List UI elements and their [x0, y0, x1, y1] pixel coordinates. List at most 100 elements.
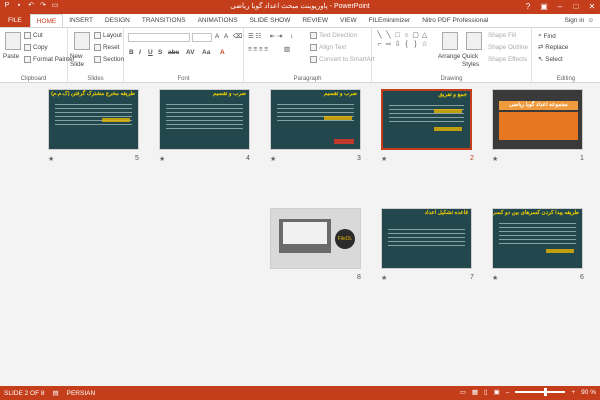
font-group: A A ⌫ B I U S abc AV Aa A Font: [124, 28, 244, 84]
tab-slide-show[interactable]: SLIDE SHOW: [244, 14, 297, 27]
language-indicator[interactable]: PERSIAN: [67, 390, 96, 397]
select-button[interactable]: ↖ Select: [538, 56, 563, 63]
copy-button[interactable]: Copy: [24, 44, 48, 51]
quick-styles-icon[interactable]: [466, 32, 482, 50]
shape-effects-button[interactable]: Shape Effects: [488, 56, 527, 63]
strikethrough-button[interactable]: abc: [168, 49, 179, 56]
replace-button[interactable]: ⇄ Replace: [538, 44, 568, 51]
shadow-button[interactable]: S: [158, 49, 162, 56]
font-name-field[interactable]: [128, 33, 190, 42]
transition-star-icon: ★: [270, 156, 277, 163]
section-button[interactable]: Section: [94, 56, 124, 63]
arrange-icon[interactable]: [442, 32, 458, 50]
normal-view-icon[interactable]: ▭: [460, 388, 466, 396]
slide-thumbnail-4[interactable]: ضرب و تقسیم: [159, 89, 250, 150]
arrow-down-shape-icon[interactable]: ⇩: [393, 40, 402, 49]
bullets-icon[interactable]: ☰ ☷: [248, 33, 261, 40]
tab-view[interactable]: VIEW: [334, 14, 363, 27]
zoom-slider[interactable]: [515, 388, 566, 396]
new-slide-icon[interactable]: [74, 32, 90, 50]
help-icon[interactable]: ?: [520, 0, 536, 14]
slide-thumbnail-7[interactable]: قاعده تشکیل اعداد: [381, 208, 472, 269]
rounded-rect-shape-icon[interactable]: ▢: [411, 31, 420, 40]
zoom-out-icon[interactable]: –: [506, 389, 510, 396]
tab-nitro-pdf[interactable]: Nitro PDF Professional: [416, 14, 494, 27]
slide-sorter-view-icon[interactable]: ▦: [472, 388, 478, 396]
brace-shape-icon[interactable]: {: [402, 40, 411, 49]
find-button[interactable]: ⌕ Find: [538, 32, 556, 40]
zoom-in-icon[interactable]: +: [571, 389, 575, 396]
triangle-shape-icon[interactable]: △: [420, 31, 429, 40]
shape-fill-button[interactable]: Shape Fill: [488, 32, 516, 39]
clear-formatting-icon[interactable]: ⌫: [233, 33, 242, 40]
columns-icon[interactable]: ▥: [284, 46, 290, 53]
paste-button[interactable]: Paste: [3, 53, 19, 60]
layout-button[interactable]: Layout: [94, 32, 122, 39]
brace-shape-icon-2[interactable]: }: [411, 40, 420, 49]
smartart-icon: [310, 56, 317, 63]
bold-button[interactable]: B: [129, 49, 134, 56]
text-direction-button[interactable]: Text Direction: [310, 32, 357, 39]
slide-thumbnail-8[interactable]: FileDL: [270, 208, 361, 269]
star-shape-icon[interactable]: ☆: [420, 40, 429, 49]
align-icons[interactable]: ≡ ≡ ≡ ≡: [248, 46, 268, 53]
character-spacing-icon[interactable]: AV: [186, 49, 195, 56]
paste-icon[interactable]: [5, 32, 21, 50]
line-spacing-icon[interactable]: ↕: [290, 33, 293, 40]
line-shape-icon-2[interactable]: ╲: [384, 31, 393, 40]
tab-fileminimizer[interactable]: FILEminimizer: [363, 14, 417, 27]
slide-number: 8: [357, 274, 361, 281]
font-color-icon[interactable]: A: [220, 49, 225, 56]
connector-shape-icon[interactable]: ⌐: [375, 40, 384, 49]
italic-button[interactable]: I: [139, 49, 141, 56]
tab-review[interactable]: REVIEW: [296, 14, 334, 27]
shapes-gallery[interactable]: ╲ ╲ □ ○ ▢ △ ⌐ ⇨ ⇩ { } ☆: [375, 31, 429, 63]
slide-thumbnail-3[interactable]: ضرب و تقسیم: [270, 89, 361, 150]
change-case-icon[interactable]: Aa: [202, 49, 210, 56]
slide-thumbnail-6[interactable]: طریقه پیدا کردن کسرهای بین دو کسر: [492, 208, 583, 269]
tab-insert[interactable]: INSERT: [63, 14, 99, 27]
copy-label: Copy: [33, 44, 48, 51]
ribbon-display-icon[interactable]: ▣: [536, 0, 552, 14]
tab-design[interactable]: DESIGN: [99, 14, 136, 27]
align-text-button[interactable]: Align Text: [310, 44, 346, 51]
slide-thumbnail-1[interactable]: مجموعه اعداد گویا ریاضی: [492, 89, 583, 150]
indent-icon[interactable]: ⇤ ⇥: [270, 33, 282, 40]
slide-text-lines: [55, 104, 132, 128]
grow-font-icon[interactable]: A: [215, 33, 219, 40]
underline-button[interactable]: U: [148, 49, 153, 56]
line-shape-icon[interactable]: ╲: [375, 31, 384, 40]
zoom-slider-thumb[interactable]: [543, 388, 547, 396]
rectangle-shape-icon[interactable]: □: [393, 31, 402, 40]
tab-transitions[interactable]: TRANSITIONS: [136, 14, 192, 27]
smiley-icon[interactable]: ☺: [587, 14, 594, 27]
tab-animations[interactable]: ANIMATIONS: [192, 14, 244, 27]
quick-styles-button[interactable]: Quick Styles: [462, 53, 484, 69]
transition-star-icon: ★: [48, 156, 55, 163]
spellcheck-icon[interactable]: ▤: [52, 389, 58, 397]
close-icon[interactable]: ✕: [584, 0, 600, 14]
arrow-right-shape-icon[interactable]: ⇨: [384, 40, 393, 49]
arrange-button[interactable]: Arrange: [438, 53, 460, 60]
reading-view-icon[interactable]: ▯: [484, 388, 488, 396]
font-size-field[interactable]: [192, 33, 212, 42]
slide-thumbnail-2[interactable]: جمع و تفریق: [381, 89, 472, 150]
sign-in[interactable]: Sign in ☺: [564, 14, 594, 27]
tab-file[interactable]: FILE: [0, 14, 30, 27]
maximize-icon[interactable]: □: [568, 0, 584, 14]
shrink-font-icon[interactable]: A: [224, 33, 228, 40]
new-slide-button[interactable]: New Slide: [70, 53, 94, 69]
slide-title: ضرب و تقسیم: [212, 91, 246, 97]
slide-thumbnail-5[interactable]: طریقه مخرج مشترک گرفتن (ک.م.م): [48, 89, 139, 150]
reset-button[interactable]: Reset: [94, 44, 119, 51]
sign-in-label[interactable]: Sign in: [564, 14, 584, 27]
shape-outline-button[interactable]: Shape Outline: [488, 44, 528, 51]
convert-smartart-button[interactable]: Convert to SmartArt: [310, 56, 375, 63]
oval-shape-icon[interactable]: ○: [402, 31, 411, 40]
zoom-level[interactable]: 90 %: [581, 389, 596, 396]
minimize-icon[interactable]: –: [552, 0, 568, 14]
slideshow-view-icon[interactable]: ▣: [494, 388, 500, 396]
cut-button[interactable]: Cut: [24, 32, 43, 39]
tab-home[interactable]: HOME: [29, 14, 64, 27]
window-title: پاورپوینت مبحث اعداد گویا ریاضی - PowerP…: [230, 3, 370, 10]
